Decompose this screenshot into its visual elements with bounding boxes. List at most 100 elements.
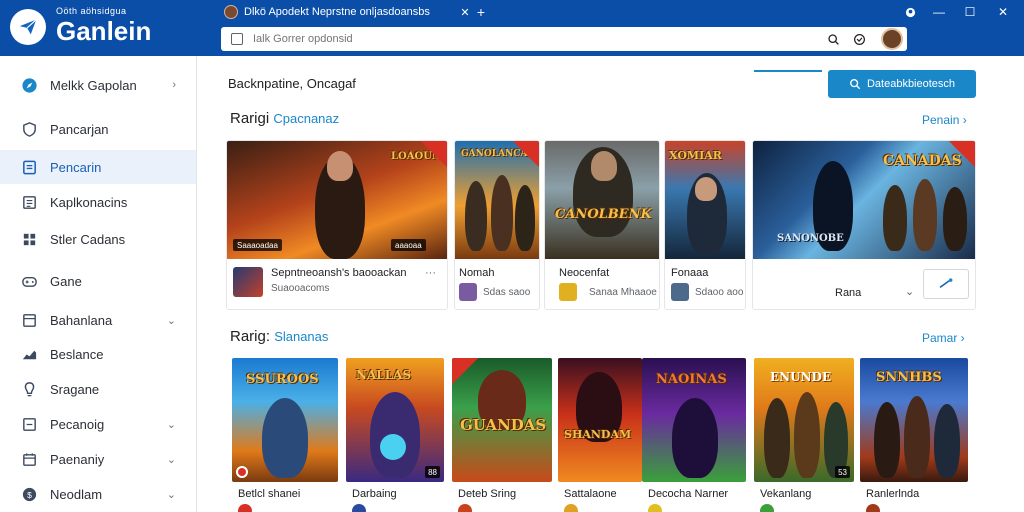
section-title-featured: Rarigi Cpacnanaz	[230, 110, 340, 127]
minimize-icon[interactable]: —	[924, 0, 954, 24]
game-title: Darbaing	[352, 488, 397, 500]
game-card[interactable]: GANOLANCA Nomah Sdas saoo	[454, 140, 540, 310]
game-card[interactable]: SNNHBS Ranlerlnda	[860, 358, 968, 512]
document-icon	[20, 158, 38, 176]
tab-underline	[754, 70, 822, 72]
sidebar-item-home[interactable]: Melkk Gapolan ›	[0, 68, 196, 102]
game-artwork: NAOINAS	[642, 358, 746, 482]
controller-icon	[20, 272, 38, 290]
game-subtitle: Sdas saoo	[483, 287, 531, 298]
more-options-icon[interactable]: ···	[425, 267, 436, 279]
sidebar-item-pancarjan[interactable]: Pancarjan	[0, 112, 196, 146]
section-title-popular: Rarig: Slananas	[230, 328, 329, 345]
rating-icon	[352, 504, 366, 512]
game-thumbnail	[671, 283, 689, 301]
calendar-icon	[20, 450, 38, 468]
game-subtitle: Sanaa Mhaaoe	[589, 287, 657, 298]
game-card[interactable]: XOMIAR Fonaaa Sdaoo aoo	[664, 140, 746, 310]
game-title: Fonaaa	[671, 267, 709, 279]
sidebar-item-paenaniy[interactable]: Paenaniy ⌄	[0, 442, 196, 476]
game-artwork: LOAOUNAS Saaaoadaa aaaoaa	[227, 141, 447, 259]
window-close-icon[interactable]: ✕	[988, 0, 1018, 24]
new-tab-icon[interactable]: +	[474, 0, 488, 24]
browser-tab[interactable]: Dlkö Apodekt Neprstne onljasdoansbs	[224, 0, 450, 24]
sidebar-item-label: Pecanoig	[50, 416, 105, 432]
game-card[interactable]: LOAOUNAS Saaaoadaa aaaoaa Sepntneoansh's…	[226, 140, 448, 310]
sidebar-item-bahanlana[interactable]: Bahanlana ⌄	[0, 303, 196, 337]
see-more-link[interactable]: Penain ›	[922, 113, 967, 127]
rating-icon	[564, 504, 578, 512]
game-card[interactable]: SSUROOS Betlcl shanei	[232, 358, 338, 512]
svg-text:$: $	[27, 489, 32, 499]
shield-icon	[20, 120, 38, 138]
game-title: Rana	[835, 287, 862, 299]
download-button[interactable]: Dateabkbieotesch	[828, 70, 976, 98]
sidebar-item-label: Paenaniy	[50, 451, 105, 467]
search-icon[interactable]	[825, 31, 841, 47]
folder-icon	[20, 311, 38, 329]
sidebar-item-label: Melkk Gapolan	[50, 77, 137, 93]
game-card[interactable]: GUANDAS Deteb Sring	[452, 358, 552, 512]
game-artwork: SHANDAM	[558, 358, 642, 482]
chevron-right-icon: ›	[172, 79, 176, 91]
sidebar-item-gane[interactable]: Gane	[0, 264, 196, 298]
sidebar-item-neodlam[interactable]: $ Neodlam ⌄	[0, 477, 196, 511]
list-icon	[20, 193, 38, 211]
chevron-down-icon: ⌄	[166, 314, 176, 327]
address-input[interactable]	[253, 33, 813, 45]
game-artwork: GANOLANCA	[455, 141, 539, 259]
pen-icon	[939, 278, 953, 289]
sidebar-item-label: Bahanlana	[50, 312, 113, 328]
game-title: Ranlerlnda	[866, 488, 920, 500]
search-icon	[849, 79, 861, 90]
main-content: Backnpatine, Oncagaf Dateabkbieotesch Ra…	[198, 56, 1024, 512]
chevron-down-icon[interactable]: ⌄	[905, 285, 914, 298]
compass-icon	[20, 76, 38, 94]
status-badge: Saaaoadaa	[233, 239, 282, 251]
see-more-link[interactable]: Pamar ›	[922, 331, 965, 345]
game-card[interactable]: SHANDAM Sattalaone	[558, 358, 642, 512]
game-card[interactable]: NALLAS 88 Darbaing	[346, 358, 444, 512]
chevron-down-icon: ⌄	[166, 488, 176, 501]
count-badge: 53	[835, 466, 850, 478]
game-artwork: CANADAS SANONOBE	[753, 141, 975, 259]
sidebar: Melkk Gapolan › Pancarjan Pencarin Kaplk…	[0, 56, 197, 512]
status-badge: aaaoaa	[391, 239, 426, 251]
share-button[interactable]	[923, 269, 969, 299]
sidebar-item-label: Gane	[50, 273, 82, 289]
tab-close-icon[interactable]: ✕	[458, 0, 472, 24]
game-card[interactable]: NAOINAS Decocha Narner	[642, 358, 746, 512]
sidebar-item-kaplkonacins[interactable]: Kaplkonacins	[0, 185, 196, 219]
brand: Oöth aöhsidgua Ganlein	[56, 6, 151, 46]
record-icon	[236, 466, 248, 478]
game-card[interactable]: CANADAS SANONOBE Rana ⌄	[752, 140, 976, 310]
game-artwork: GUANDAS	[452, 358, 552, 482]
sidebar-item-beslance[interactable]: Beslance	[0, 337, 196, 371]
game-artwork: XOMIAR	[665, 141, 745, 259]
sidebar-item-label: Pancarjan	[50, 121, 109, 137]
bulb-icon	[20, 380, 38, 398]
maximize-icon[interactable]: ☐	[955, 0, 985, 24]
sidebar-item-sragane[interactable]: Sragane	[0, 372, 196, 406]
game-card[interactable]: CANOLBENK Neocenfat Sanaa Mhaaoe	[544, 140, 660, 310]
game-artwork: ENUNDE 53	[754, 358, 854, 482]
address-bar[interactable]	[221, 27, 907, 51]
grid-icon	[20, 230, 38, 248]
game-card[interactable]: ENUNDE 53 Vekanlang	[754, 358, 854, 512]
game-artwork: CANOLBENK	[545, 141, 659, 259]
sidebar-item-label: Sragane	[50, 381, 100, 397]
sidebar-item-pecanoig[interactable]: Pecanoig ⌄	[0, 407, 196, 441]
game-title: Sattalaone	[564, 488, 617, 500]
app-logo[interactable]	[10, 9, 46, 45]
brand-tagline: Oöth aöhsidgua	[56, 6, 127, 16]
game-thumbnail	[459, 283, 477, 301]
coin-icon: $	[20, 485, 38, 503]
heart-icon[interactable]	[851, 31, 867, 47]
game-title: Neocenfat	[559, 267, 610, 279]
user-avatar[interactable]	[881, 28, 903, 50]
sidebar-item-pencarin[interactable]: Pencarin	[0, 150, 196, 184]
chart-icon	[20, 345, 38, 363]
rating-icon	[648, 504, 662, 512]
sidebar-item-stler-cadans[interactable]: Stler Cadans	[0, 222, 196, 256]
account-icon[interactable]	[895, 0, 925, 24]
